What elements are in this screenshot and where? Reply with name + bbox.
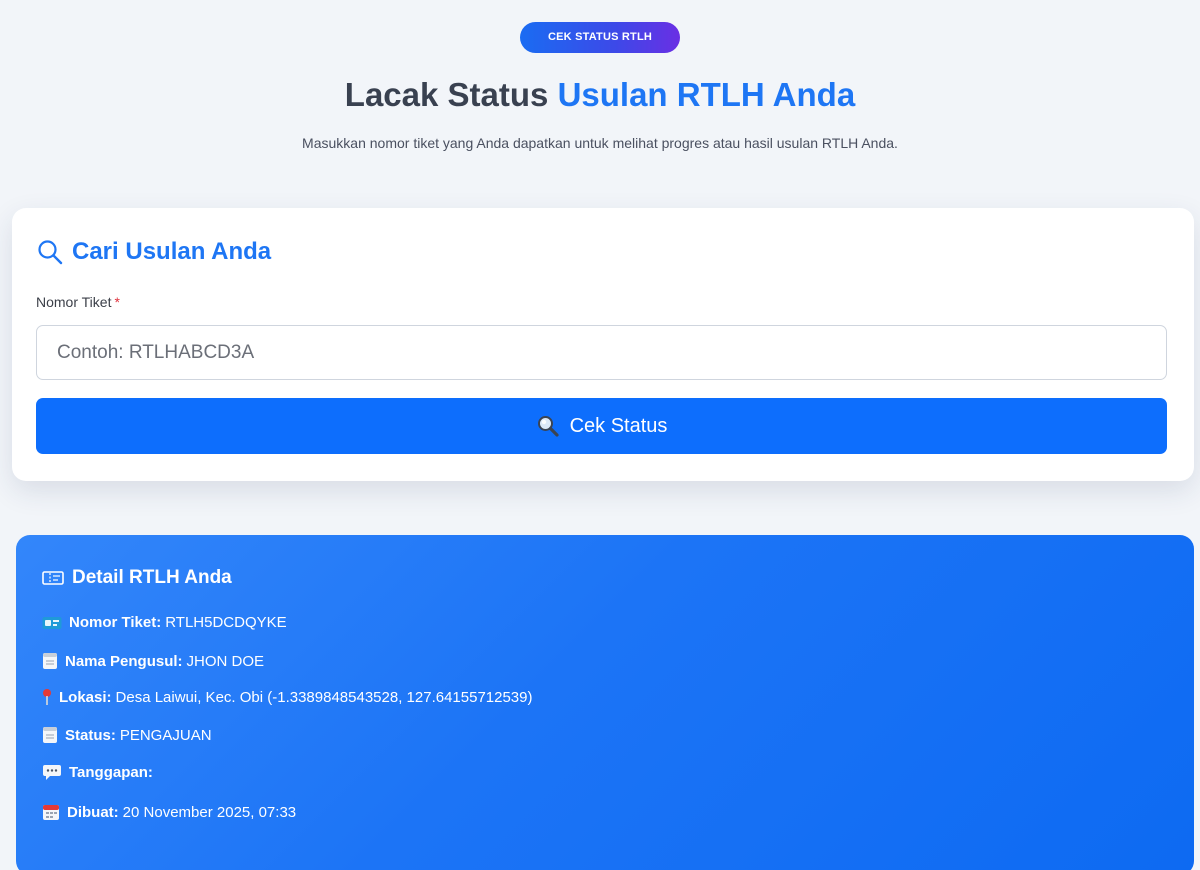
- detail-row-value: RTLH5DCDQYKE: [165, 614, 287, 631]
- detail-row-location: Lokasi: Desa Laiwui, Kec. Obi (-1.338984…: [42, 688, 533, 706]
- calendar-icon: [42, 803, 60, 821]
- detail-row-label: Nama Pengusul:: [65, 652, 183, 670]
- detail-row-label: Nomor Tiket:: [69, 614, 162, 631]
- detail-row-created: Dibuat: 20 November 2025, 07:33: [42, 803, 296, 821]
- check-status-button[interactable]: Cek Status: [36, 398, 1167, 454]
- search-card: Cari Usulan Anda Nomor Tiket* Cek Status: [12, 208, 1194, 481]
- pin-icon: [42, 688, 52, 706]
- page-subtitle: Masukkan nomor tiket yang Anda dapatkan …: [302, 135, 898, 151]
- ticket-icon: [42, 570, 64, 586]
- detail-row-ticket: Nomor Tiket: RTLH5DCDQYKE: [42, 614, 287, 631]
- detail-title: Detail RTLH Anda: [42, 567, 232, 589]
- detail-panel: Detail RTLH Anda Nomor Tiket: RTLH5DCDQY…: [16, 535, 1194, 870]
- document-icon: [42, 726, 58, 744]
- search-icon: [36, 238, 64, 266]
- page-title: Lacak Status Usulan RTLH Anda: [0, 76, 1200, 114]
- detail-row-proposer: Nama Pengusul: JHON DOE: [42, 652, 264, 670]
- search-card-title: Cari Usulan Anda: [36, 238, 271, 266]
- ticket-field-label: Nomor Tiket *: [36, 294, 120, 310]
- detail-row-value: Desa Laiwui, Kec. Obi (-1.3389848543528,…: [115, 688, 533, 706]
- page-title-plain: Lacak Status: [344, 76, 558, 113]
- detail-row-label: Dibuat:: [67, 803, 119, 821]
- detail-title-text: Detail RTLH Anda: [72, 567, 232, 588]
- ticket-icon: [42, 616, 62, 630]
- speech-bubble-icon: [42, 763, 62, 781]
- detail-row-response: Tanggapan:: [42, 763, 157, 781]
- detail-row-value: JHON DOE: [186, 652, 265, 670]
- page: CEK STATUS RTLH Lacak Status Usulan RTLH…: [0, 0, 1200, 870]
- required-mark: *: [114, 294, 120, 310]
- page-title-accent: Usulan RTLH Anda: [557, 76, 856, 113]
- page-header: CEK STATUS RTLH Lacak Status Usulan RTLH…: [0, 0, 1200, 151]
- check-status-button-label: Cek Status: [569, 414, 668, 437]
- detail-row-value: PENGAJUAN: [119, 726, 212, 744]
- detail-row-label: Tanggapan:: [69, 763, 153, 781]
- search-card-title-text: Cari Usulan Anda: [72, 238, 272, 265]
- ticket-number-input[interactable]: [36, 325, 1167, 380]
- ticket-field-label-text: Nomor Tiket: [36, 294, 112, 310]
- detail-row-value: 20 November 2025, 07:33: [122, 803, 297, 821]
- detail-row-status: Status: PENGAJUAN: [42, 726, 212, 744]
- detail-row-label: Status:: [65, 726, 116, 744]
- status-badge: CEK STATUS RTLH: [519, 22, 681, 53]
- detail-row-label: Lokasi:: [59, 688, 112, 706]
- magnifier-icon: [536, 414, 560, 438]
- document-icon: [42, 652, 58, 670]
